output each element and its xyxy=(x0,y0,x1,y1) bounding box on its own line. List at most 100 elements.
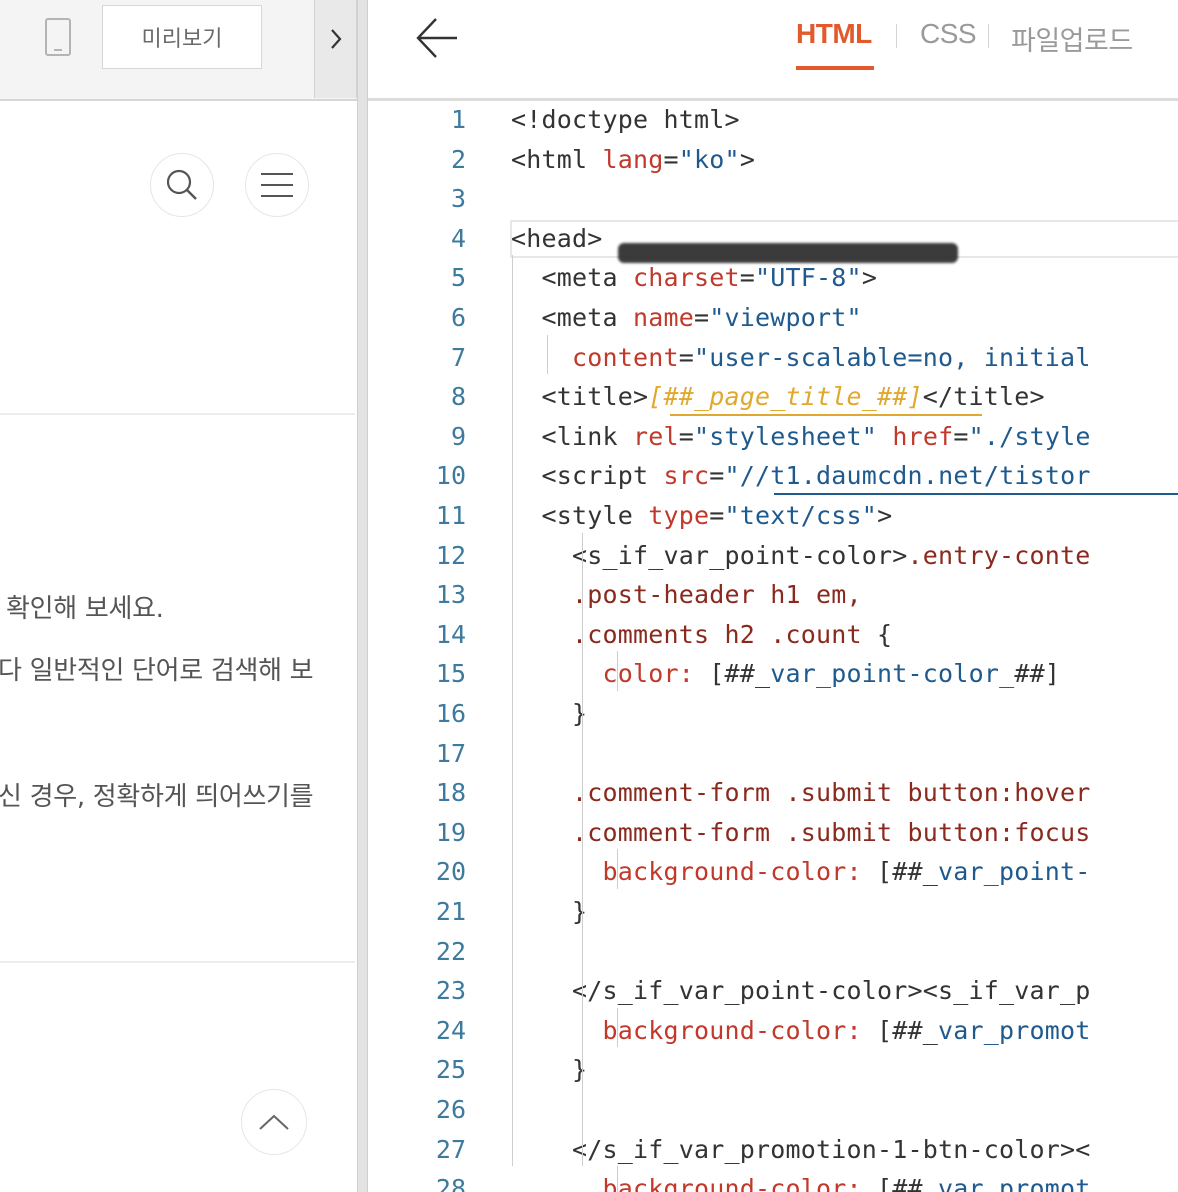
tab-html[interactable]: HTML xyxy=(796,18,872,50)
code-line[interactable]: 15 color: [##_var_point-color_##] xyxy=(368,657,1178,697)
code-line[interactable]: 19 .comment-form .submit button:focus xyxy=(368,816,1178,856)
code-token: var_promot xyxy=(938,1015,1091,1045)
code-token: .comment-form .submit button:hover xyxy=(511,778,1091,808)
mobile-device-icon[interactable] xyxy=(45,18,71,56)
code-token: "UTF-8" xyxy=(755,263,862,293)
code-token: <link xyxy=(511,421,634,451)
line-number: 24 xyxy=(435,1015,466,1045)
code-token: = xyxy=(663,144,679,174)
template-var-underline xyxy=(670,414,982,417)
chevron-up-icon xyxy=(259,1114,289,1130)
code-line[interactable]: 3 xyxy=(368,182,1178,222)
code-editor-pane: HTML CSS 파일업로드 1 <!doctype html> 2 <html la… xyxy=(368,0,1178,1192)
code-token: "viewport" xyxy=(709,303,862,332)
code-line[interactable]: 2 <html lang="ko"> xyxy=(368,143,1178,183)
code-token: rel xyxy=(633,421,679,451)
indent-guide xyxy=(582,532,583,1167)
code-text: background-color: [##_var_promot xyxy=(511,1174,1091,1192)
code-token: lang xyxy=(602,144,664,174)
divider xyxy=(0,961,355,963)
line-number: 27 xyxy=(435,1134,466,1164)
code-token: <!doctype html> xyxy=(511,105,740,134)
code-text: <html lang="ko"> xyxy=(511,145,755,174)
menu-button[interactable] xyxy=(245,153,309,217)
search-hint-text: 확인해 보세요. xyxy=(6,594,164,624)
code-token: = xyxy=(739,263,756,293)
code-token: } xyxy=(511,699,588,728)
indent-guide xyxy=(617,651,618,691)
line-number: 2 xyxy=(450,144,466,174)
line-number: 3 xyxy=(450,184,466,214)
code-line[interactable]: 7 content="user-scalable=no, initial xyxy=(368,341,1178,381)
code-line[interactable]: 25 } xyxy=(368,1053,1178,1093)
code-line[interactable]: 11 <style type="text/css"> xyxy=(368,499,1178,539)
code-token: "stylesheet" xyxy=(694,421,893,451)
code-line[interactable]: 28 background-color: [##_var_promot xyxy=(368,1172,1178,1192)
code-token: .entry-conte xyxy=(907,540,1091,570)
code-text: color: [##_var_point-color_##] xyxy=(511,659,1060,688)
code-text: } xyxy=(511,699,587,728)
code-line[interactable]: 13 .post-header h1 em, xyxy=(368,578,1178,618)
code-line[interactable]: 1 <!doctype html> xyxy=(368,103,1178,143)
code-token: var_promot xyxy=(938,1174,1091,1192)
tab-separator xyxy=(896,24,897,48)
code-token: name xyxy=(633,303,695,332)
code-token: > xyxy=(861,263,878,293)
code-line[interactable]: 14 .comments h2 .count { xyxy=(368,618,1178,658)
code-line[interactable]: 26 xyxy=(368,1093,1178,1133)
preview-button[interactable]: 미리보기 xyxy=(102,5,262,69)
tab-file-upload[interactable]: 파일업로드 xyxy=(1011,19,1133,58)
code-line[interactable]: 18 .comment-form .submit button:hover xyxy=(368,776,1178,816)
code-token: { xyxy=(877,619,893,649)
line-number: 5 xyxy=(450,263,466,293)
code-token: = xyxy=(709,461,725,491)
code-token: <head> xyxy=(511,223,603,253)
code-text: .comment-form .submit button:focus xyxy=(511,818,1091,847)
code-line[interactable]: 6 <meta name="viewport" xyxy=(368,301,1178,341)
code-token: .comment-form .submit button:focus xyxy=(511,817,1091,847)
preview-toolbar: 미리보기 xyxy=(0,0,357,101)
code-line[interactable]: 12 <s_if_var_point-color>.entry-conte xyxy=(368,539,1178,579)
line-number: 23 xyxy=(435,976,466,1006)
code-token: </s_if_var_point-color><s_if_var_p xyxy=(511,976,1091,1006)
scroll-to-top-button[interactable] xyxy=(241,1089,307,1155)
preview-pane: 미리보기 확인해 보세요. 다 일반적인 단어로 검색해 보 신 경우, 정확하… xyxy=(0,0,357,1192)
code-text: </s_if_var_promotion-1-btn-color>< xyxy=(511,1135,1091,1164)
code-line[interactable]: 20 background-color: [##_var_point- xyxy=(368,855,1178,895)
link-underline xyxy=(774,493,1178,496)
code-text: background-color: [##_var_point- xyxy=(511,857,1091,886)
code-text: .comment-form .submit button:hover xyxy=(511,778,1091,807)
code-token: } xyxy=(511,1055,588,1085)
line-number: 6 xyxy=(450,303,466,332)
collapse-panel-handle[interactable] xyxy=(314,0,357,98)
search-button[interactable] xyxy=(150,153,214,217)
arrow-left-icon[interactable] xyxy=(415,16,459,64)
code-line[interactable]: 21 } xyxy=(368,895,1178,935)
chevron-right-icon xyxy=(331,29,342,49)
code-token: .post-header h1 em, xyxy=(511,580,862,610)
code-line[interactable]: 22 xyxy=(368,935,1178,975)
code-line[interactable]: 9 <link rel="stylesheet" href="./style xyxy=(368,420,1178,460)
code-line[interactable]: 16 } xyxy=(368,697,1178,737)
code-line[interactable]: 24 background-color: [##_var_promot xyxy=(368,1014,1178,1054)
search-hint-text: 다 일반적인 단어로 검색해 보 xyxy=(0,656,314,686)
line-number: 9 xyxy=(450,421,466,451)
code-line[interactable]: 17 xyxy=(368,737,1178,777)
code-text: <script src="//t1.daumcdn.net/tistor xyxy=(511,461,1091,490)
line-number: 28 xyxy=(435,1174,466,1192)
code-text: <title>[##_page_title_##]</title> xyxy=(511,382,1045,411)
code-token: "user-scalable=no, initial xyxy=(694,342,1091,372)
line-number: 17 xyxy=(435,738,466,768)
code-text: <head> xyxy=(511,224,603,253)
code-area[interactable]: 1 <!doctype html> 2 <html lang="ko"> 3 4 <head… xyxy=(368,101,1178,1192)
code-line[interactable]: 5 <meta charset="UTF-8"> xyxy=(368,261,1178,301)
code-token: </title> xyxy=(922,382,1045,412)
code-token: var_point-color_ xyxy=(770,659,1015,689)
code-line[interactable]: 27 </s_if_var_promotion-1-btn-color>< xyxy=(368,1133,1178,1173)
code-line[interactable]: 23 </s_if_var_point-color><s_if_var_p xyxy=(368,974,1178,1014)
tab-css[interactable]: CSS xyxy=(920,18,977,50)
code-token: .comments h2 .count xyxy=(511,619,878,649)
pane-splitter[interactable] xyxy=(357,0,368,1192)
code-token: = xyxy=(678,421,695,451)
code-token: [##_page_title_##] xyxy=(648,382,923,412)
